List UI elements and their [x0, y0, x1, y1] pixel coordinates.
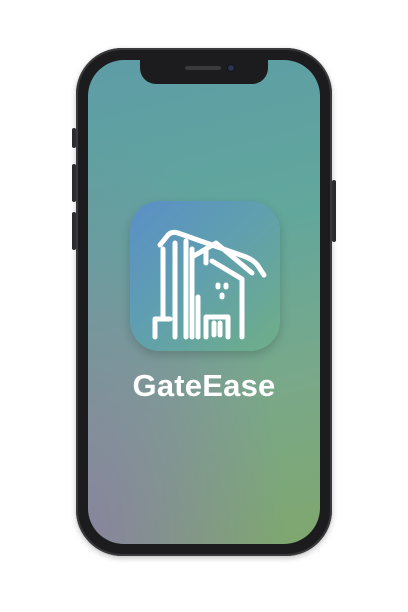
page: GateEase [0, 0, 408, 612]
app-icon[interactable] [130, 201, 280, 351]
front-camera [227, 64, 235, 72]
volume-down-button [72, 212, 76, 250]
app-name-label: GateEase [132, 368, 276, 403]
volume-up-button [72, 164, 76, 202]
notch [140, 60, 268, 84]
power-button [332, 180, 336, 242]
gate-building-icon [152, 229, 267, 340]
action-button [72, 128, 76, 148]
speaker-grille [185, 66, 221, 70]
